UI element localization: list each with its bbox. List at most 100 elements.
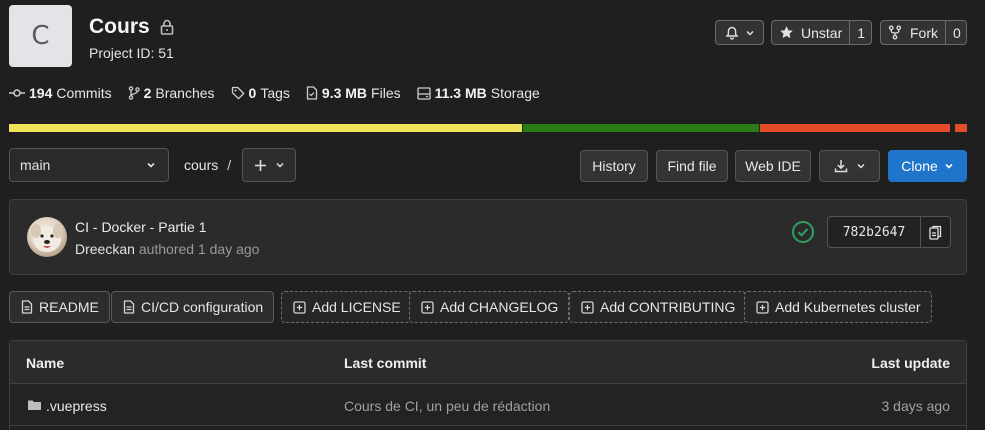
pipeline-passed-icon[interactable] — [791, 220, 815, 244]
file-icon — [123, 300, 135, 314]
folder-icon — [28, 400, 41, 410]
fork-icon — [888, 25, 902, 40]
branch-name: main — [20, 157, 51, 173]
fork-count[interactable]: 0 — [945, 21, 968, 44]
plus-square-icon — [756, 300, 769, 314]
unstar-label: Unstar — [801, 24, 843, 41]
chevron-down-icon — [147, 162, 155, 168]
stat-label: Branches — [155, 85, 215, 101]
commit-icon — [9, 89, 25, 97]
column-header-name: Name — [26, 355, 65, 371]
add-contributing-label: Add CONTRIBUTING — [600, 299, 736, 315]
add-changelog-label: Add CHANGELOG — [440, 299, 559, 315]
plus-square-icon — [293, 300, 306, 314]
column-header-last-commit: Last commit — [344, 355, 427, 371]
add-license-button[interactable]: Add LICENSE — [281, 291, 412, 323]
fork-button-group: Fork 0 — [880, 20, 967, 45]
repository-language-bar[interactable] — [9, 124, 967, 132]
add-changelog-button[interactable]: Add CHANGELOG — [409, 291, 570, 323]
last-commit-panel: CI - Docker - Partie 1 Dreeckan authored… — [9, 199, 967, 275]
stat-storage[interactable]: 11.3 MB Storage — [416, 85, 540, 101]
ci-cd-configuration-button[interactable]: CI/CD configuration — [111, 291, 275, 323]
bell-icon — [725, 26, 738, 40]
chevron-down-icon — [745, 30, 754, 36]
stat-label: Files — [371, 85, 401, 101]
commit-authored-text: authored 1 day ago — [138, 241, 260, 257]
stat-value: 0 — [248, 85, 257, 101]
copy-sha-button[interactable] — [920, 217, 950, 247]
plus-square-icon — [421, 300, 434, 314]
clone-label: Clone — [901, 158, 938, 174]
column-header-last-update: Last update — [871, 355, 950, 371]
language-bar-segment[interactable] — [759, 124, 950, 132]
add-kubernetes-cluster-button[interactable]: Add Kubernetes cluster — [744, 291, 932, 323]
add-to-tree-dropdown[interactable] — [242, 148, 296, 182]
plus-square-icon — [581, 300, 594, 314]
table-header: Name Last commit Last update — [10, 341, 966, 384]
stat-value: 2 — [143, 85, 152, 101]
find-file-button[interactable]: Find file — [656, 150, 728, 182]
commit-meta: Dreeckan authored 1 day ago — [75, 241, 259, 257]
download-icon — [834, 160, 847, 173]
language-bar-segment[interactable] — [522, 124, 760, 132]
notification-dropdown[interactable] — [715, 20, 764, 45]
breadcrumb-project-link[interactable]: cours — [184, 157, 218, 173]
breadcrumb: cours / — [184, 157, 231, 173]
tag-icon — [231, 86, 244, 100]
file-icon — [21, 300, 33, 314]
clone-dropdown[interactable]: Clone — [888, 150, 967, 182]
commit-sha-group: 782b2647 — [827, 216, 951, 248]
readme-button[interactable]: README — [9, 291, 110, 323]
project-stats: 194 Commits 2 Branches 0 Tags 9.3 MB Fil… — [9, 84, 556, 102]
dog-avatar-image — [31, 224, 63, 252]
stat-commits[interactable]: 194 Commits — [9, 85, 112, 101]
project-title[interactable]: Cours — [89, 15, 150, 39]
star-icon — [780, 26, 793, 39]
file-name-link[interactable]: .vuepress — [46, 398, 107, 414]
ci-cd-configuration-label: CI/CD configuration — [141, 299, 264, 315]
stat-value: 194 — [29, 85, 53, 101]
web-ide-button[interactable]: Web IDE — [735, 150, 811, 182]
stat-label: Commits — [56, 85, 112, 101]
project-id: Project ID: 51 — [89, 45, 174, 61]
add-license-label: Add LICENSE — [312, 299, 401, 315]
download-dropdown[interactable] — [819, 150, 880, 182]
stat-tags[interactable]: 0 Tags — [231, 85, 290, 101]
stat-label: Storage — [490, 85, 540, 101]
readme-label: README — [39, 299, 99, 315]
chevron-down-icon — [275, 162, 284, 168]
file-last-update: 3 days ago — [881, 398, 951, 414]
plus-icon — [254, 159, 266, 171]
language-bar-segment[interactable] — [9, 124, 523, 132]
file-tree-table: Name Last commit Last update .vuepress C… — [9, 340, 967, 430]
breadcrumb-separator: / — [227, 157, 232, 173]
stat-value: 9.3 MB — [321, 85, 368, 101]
table-row[interactable]: .vuepress Cours de CI, un peu de rédacti… — [10, 384, 966, 426]
project-avatar[interactable]: C — [9, 5, 72, 67]
storage-icon — [416, 86, 431, 100]
file-last-commit-link[interactable]: Cours de CI, un peu de rédaction — [344, 398, 550, 414]
commit-author-link[interactable]: Dreeckan — [75, 241, 135, 257]
copy-icon — [929, 225, 942, 240]
branch-select[interactable]: main — [9, 148, 169, 182]
commit-sha[interactable]: 782b2647 — [828, 225, 920, 240]
author-avatar[interactable] — [27, 217, 67, 257]
unstar-button-group: Unstar 1 — [771, 20, 872, 45]
commit-title-link[interactable]: CI - Docker - Partie 1 — [75, 219, 206, 235]
branch-icon — [128, 86, 140, 100]
lock-icon — [160, 19, 174, 35]
fork-label: Fork — [910, 24, 938, 41]
language-bar-segment[interactable] — [953, 124, 967, 132]
stat-files[interactable]: 9.3 MB Files — [306, 85, 401, 101]
stat-label: Tags — [260, 85, 290, 101]
file-icon — [306, 86, 318, 100]
add-kubernetes-cluster-label: Add Kubernetes cluster — [775, 299, 921, 315]
add-contributing-button[interactable]: Add CONTRIBUTING — [569, 291, 747, 323]
stat-branches[interactable]: 2 Branches — [128, 85, 215, 101]
chevron-down-icon — [856, 163, 865, 169]
star-count[interactable]: 1 — [849, 21, 872, 44]
history-button[interactable]: History — [580, 150, 648, 182]
fork-button[interactable]: Fork — [881, 21, 945, 44]
chevron-down-icon — [945, 163, 953, 169]
unstar-button[interactable]: Unstar — [772, 21, 849, 44]
